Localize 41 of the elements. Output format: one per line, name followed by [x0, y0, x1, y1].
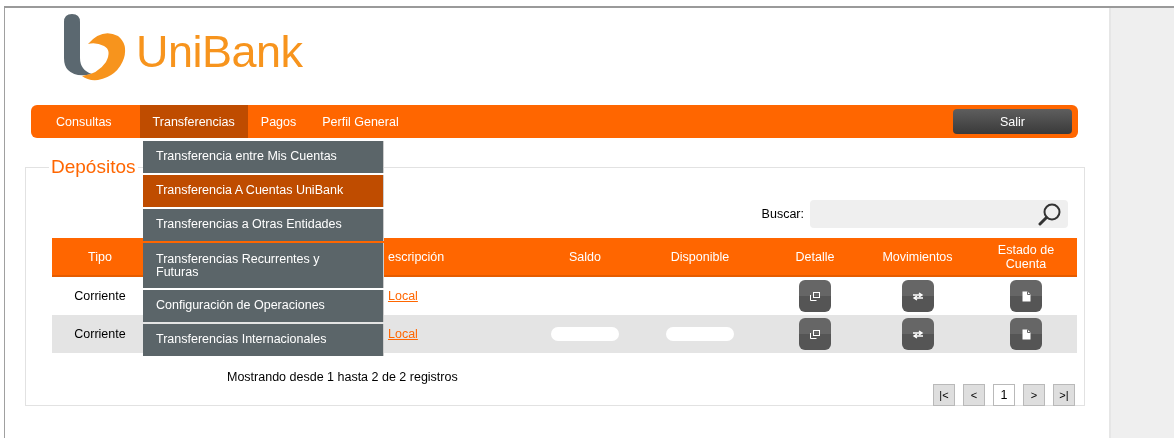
menu-item[interactable]: Transferencias a Otras Entidades	[143, 209, 384, 241]
pager-button[interactable]: <	[963, 384, 985, 406]
logout-button[interactable]: Salir	[953, 109, 1072, 134]
document-icon	[1021, 328, 1031, 340]
nav-tab[interactable]: Transferencias	[139, 105, 248, 138]
table-cell-text: Corriente	[73, 326, 127, 343]
menu-item[interactable]: Transferencias Internacionales	[143, 324, 384, 356]
menu-item[interactable]: Transferencia A Cuentas UniBank	[143, 175, 384, 207]
section-title: Depósitos	[50, 156, 137, 178]
arrows-icon	[911, 329, 924, 339]
logo-icon	[62, 14, 128, 82]
search-field[interactable]	[810, 200, 1068, 228]
menu-item[interactable]: Transferencia entre Mis Cuentas	[143, 141, 384, 173]
pager-button[interactable]: >	[1023, 384, 1045, 406]
table-cell-text: Corriente	[73, 288, 127, 305]
column-header: escripción	[387, 248, 445, 266]
document-icon	[1021, 290, 1031, 302]
menu-item[interactable]: Configuración de Operaciones	[143, 290, 384, 322]
record-summary: Mostrando desde 1 hasta 2 de 2 registros	[227, 370, 458, 386]
menu-item[interactable]: Transferencias Recurrentes y Futuras	[143, 243, 384, 288]
movements-button[interactable]	[901, 318, 934, 350]
column-header: Tipo	[88, 248, 112, 266]
statement-button[interactable]	[1010, 318, 1042, 350]
logo-text: UniBank	[136, 28, 303, 74]
pager-button[interactable]: >|	[1053, 384, 1075, 406]
column-header: Disponible	[670, 248, 730, 266]
pager-button[interactable]: |<	[933, 384, 955, 406]
column-header: Movimientos	[882, 248, 953, 266]
column-header: Estado de Cuenta	[996, 241, 1056, 273]
statement-button[interactable]	[1010, 280, 1042, 312]
search-icon[interactable]	[1038, 202, 1062, 226]
search-label: Buscar:	[761, 207, 804, 221]
movements-button[interactable]	[901, 280, 934, 312]
column-header: Saldo	[569, 248, 601, 266]
page-button[interactable]: 1	[993, 384, 1015, 406]
windows-icon	[810, 329, 820, 339]
windows-icon	[810, 291, 820, 301]
detail-button[interactable]	[799, 280, 831, 312]
arrows-icon	[911, 291, 924, 301]
column-header: Detalle	[795, 248, 835, 266]
detail-button[interactable]	[799, 318, 831, 350]
